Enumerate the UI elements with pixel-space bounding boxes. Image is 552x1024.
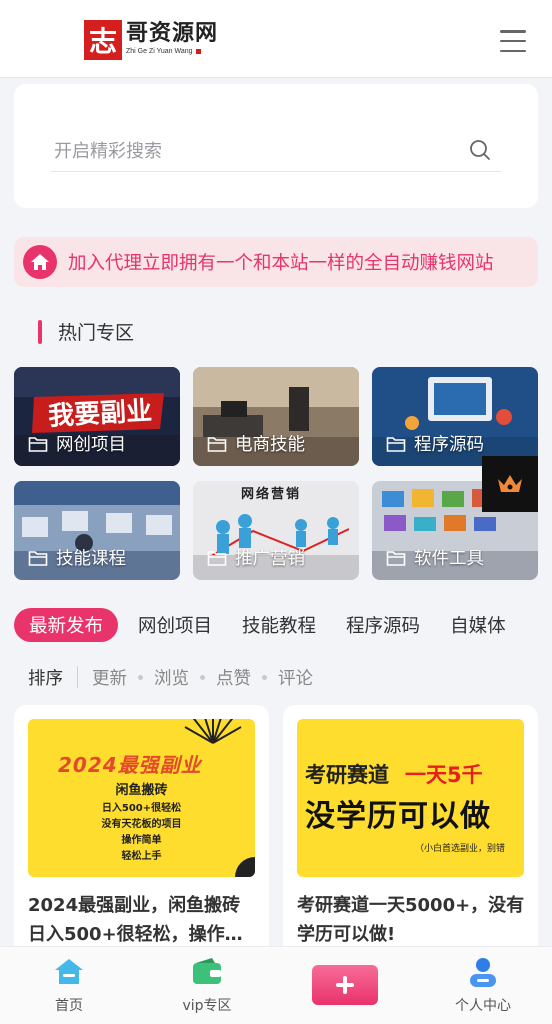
section-title: 热门专区 (58, 322, 135, 344)
home-nav-icon (55, 959, 83, 984)
sort-bar: 排序 更新 浏览 点赞 评论 (28, 664, 313, 690)
search-card (14, 84, 538, 208)
category-card-jineng[interactable]: 技能课程 (14, 481, 180, 580)
user-icon (470, 958, 496, 987)
folder-icon (28, 436, 48, 452)
folder-icon (207, 436, 227, 452)
sort-option-likes[interactable]: 点赞 (216, 665, 251, 690)
category-card-dianshang[interactable]: 电商技能 (193, 367, 359, 466)
thumb-headline: 2024最强副业 (58, 753, 202, 777)
logo-title: 哥资源网 (126, 20, 219, 46)
post-title[interactable]: 2024最强副业，闲鱼搬砖日入500+很轻松，操作… (28, 891, 258, 949)
category-label: 软件工具 (414, 549, 484, 569)
sort-option-comments[interactable]: 评论 (278, 665, 313, 690)
thumb-note: （小白首选副业，别错 (415, 844, 506, 854)
category-card-tuiguang[interactable]: 网络营销 推广营销 (193, 481, 359, 580)
post-card[interactable]: 考研赛道 一天5千 没学历可以做 （小白首选副业，别错 考研赛道一天5000+，没… (283, 705, 538, 955)
hot-section-heading: 热门专区 (38, 318, 134, 345)
thumb-line: 操作简单 (121, 835, 162, 846)
section-accent-bar (38, 319, 42, 344)
post-thumbnail: 考研赛道 一天5千 没学历可以做 （小白首选副业，别错 (297, 719, 524, 877)
home-icon (23, 245, 57, 279)
nav-vip[interactable]: vip专区 (157, 955, 257, 1019)
nav-label: 个人中心 (455, 998, 511, 1014)
tab-latest[interactable]: 最新发布 (14, 608, 119, 642)
category-grid: 我要副业 网创项目 电商技能 程序源码 技能课程 网络营销 推广营销 软件工具 (14, 367, 538, 580)
category-card-chengxu[interactable]: 程序源码 (372, 367, 538, 466)
plus-icon[interactable] (312, 965, 378, 1005)
agent-promo-text: 加入代理立即拥有一个和本站一样的全自动赚钱网站 (68, 253, 494, 274)
hamburger-menu-icon[interactable] (500, 30, 526, 52)
nav-home[interactable]: 首页 (19, 955, 119, 1019)
nav-user-center[interactable]: 个人中心 (433, 955, 533, 1019)
logo-dot (195, 49, 201, 54)
sunburst-decoration (184, 719, 242, 744)
thumb-line: 没有天花板的项目 (101, 819, 182, 830)
thumb-line: 日入500+很轻松 (101, 803, 182, 814)
folder-icon (386, 550, 406, 566)
thumb-big-text: 没学历可以做 (305, 799, 491, 834)
thumb-line: 闲鱼搬砖 (115, 783, 168, 798)
thumb-headline: 考研赛道 (305, 763, 389, 787)
category-tabs: 最新发布 网创项目 技能教程 程序源码 自媒体 (14, 607, 536, 643)
category-label: 推广营销 (235, 549, 305, 569)
category-label: 技能课程 (56, 549, 126, 569)
sort-option-update[interactable]: 更新 (92, 665, 127, 690)
site-logo[interactable]: 志 哥资源网 Zhi Ge Zi Yuan Wang (84, 20, 218, 60)
tab-chengxu[interactable]: 程序源码 (346, 612, 420, 638)
agent-promo-banner[interactable]: 加入代理立即拥有一个和本站一样的全自动赚钱网站 (14, 237, 538, 287)
tab-wangchuang[interactable]: 网创项目 (138, 612, 212, 638)
top-header: 志 哥资源网 Zhi Ge Zi Yuan Wang (0, 0, 552, 78)
post-card[interactable]: 2024最强副业 闲鱼搬砖 日入500+很轻松 没有天花板的项目 操作简单 轻松… (14, 705, 269, 955)
sort-option-views[interactable]: 浏览 (154, 665, 189, 690)
thumb-line: 轻松上手 (121, 851, 162, 862)
tab-jineng[interactable]: 技能教程 (242, 612, 316, 638)
category-image-text: 我要副业 (47, 396, 153, 432)
bottom-nav: 首页 vip专区 个人中心 (0, 946, 552, 1024)
folder-icon (28, 550, 48, 566)
category-label: 电商技能 (235, 435, 305, 455)
search-icon[interactable] (468, 138, 492, 162)
category-card-wangchuang[interactable]: 我要副业 网创项目 (14, 367, 180, 466)
logo-subtitle: Zhi Ge Zi Yuan Wang (126, 48, 193, 55)
post-title[interactable]: 考研赛道一天5000+，没有学历可以做! (297, 891, 527, 949)
search-bar (50, 134, 502, 172)
sort-label: 排序 (28, 668, 63, 689)
category-label: 程序源码 (414, 435, 484, 455)
search-input[interactable] (50, 134, 430, 168)
post-thumbnail: 2024最强副业 闲鱼搬砖 日入500+很轻松 没有天花板的项目 操作简单 轻松… (28, 719, 255, 877)
crown-icon[interactable] (482, 456, 538, 512)
folder-icon (386, 436, 406, 452)
nav-label: 首页 (55, 998, 83, 1014)
folder-icon (207, 550, 227, 566)
nav-label: vip专区 (182, 998, 232, 1014)
category-image-text: 网络营销 (241, 487, 302, 502)
logo-mark: 志 (84, 20, 122, 60)
thumb-headline-red: 一天5千 (405, 763, 483, 787)
tab-zimeiti[interactable]: 自媒体 (450, 612, 506, 638)
category-label: 网创项目 (56, 435, 126, 455)
wallet-icon (193, 958, 221, 984)
